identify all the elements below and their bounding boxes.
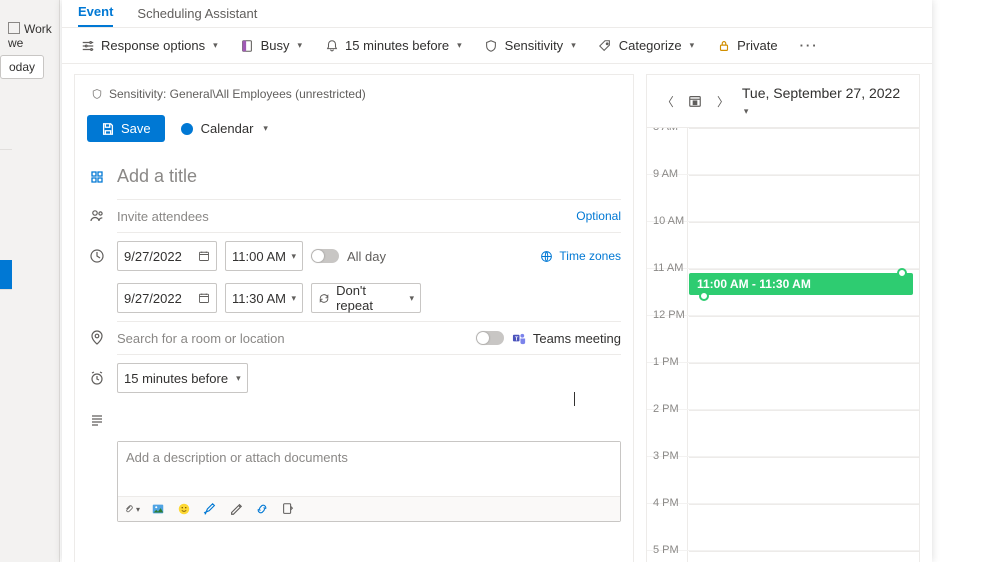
- event-dialog: Event Scheduling Assistant Response opti…: [62, 0, 932, 562]
- insert-icon[interactable]: [280, 501, 296, 517]
- hour-label: 2 PM: [653, 403, 687, 415]
- hour-label: 1 PM: [653, 356, 687, 368]
- save-button[interactable]: Save: [87, 115, 165, 142]
- tab-event[interactable]: Event: [78, 4, 113, 27]
- optional-attendees-button[interactable]: Optional: [576, 209, 621, 223]
- end-time-field[interactable]: 11:30 AM ▾: [225, 283, 303, 313]
- hours-grid[interactable]: 8 AM 9 AM 10 AM 11 AM 12 PM 1 PM 2 PM 3 …: [647, 128, 919, 562]
- event-resize-bottom[interactable]: [699, 291, 709, 301]
- chevron-down-icon: ▾: [263, 123, 268, 134]
- background-calendar: Work we oday: [0, 0, 60, 562]
- hour-label: 11 AM: [653, 262, 687, 274]
- calendar-selector[interactable]: Calendar ▾: [181, 121, 268, 136]
- goto-today-button[interactable]: [687, 92, 705, 110]
- timezones-button[interactable]: Time zones: [540, 249, 621, 263]
- event-resize-top[interactable]: [897, 268, 907, 278]
- chevron-down-icon: ▾: [744, 106, 749, 116]
- format-icon[interactable]: [87, 169, 107, 185]
- chevron-down-icon: ▾: [291, 251, 296, 262]
- image-icon[interactable]: [150, 501, 166, 517]
- alarm-icon: [87, 370, 107, 386]
- calendar-icon: [198, 250, 210, 262]
- sliders-icon: [80, 38, 95, 53]
- chevron-down-icon: ▾: [213, 40, 218, 51]
- description-toolbar: ▾: [118, 496, 620, 521]
- busy-icon: [240, 38, 255, 53]
- dialog-tabs: Event Scheduling Assistant: [62, 0, 932, 28]
- highlight-icon[interactable]: [202, 501, 218, 517]
- attendees-input[interactable]: [117, 209, 568, 224]
- chevron-down-icon: ▾: [298, 40, 303, 51]
- private-button[interactable]: Private: [708, 34, 785, 57]
- svg-text:T: T: [515, 336, 519, 342]
- more-icon: ···: [800, 38, 819, 53]
- tag-icon: [598, 38, 613, 53]
- emoji-icon[interactable]: [176, 501, 192, 517]
- event-toolbar: Response options ▾ Busy ▾ 15 minutes bef…: [62, 28, 932, 64]
- draw-icon[interactable]: [228, 501, 244, 517]
- day-preview: 〈 〉 Tue, September 27, 2022 ▾ 8 AM 9 AM …: [646, 74, 920, 562]
- sensitivity-dropdown[interactable]: Sensitivity ▾: [476, 34, 584, 57]
- teams-meeting-label: T Teams meeting: [512, 331, 621, 346]
- response-options-button[interactable]: Response options ▾: [72, 34, 226, 57]
- teams-icon: T: [512, 331, 527, 346]
- categorize-dropdown[interactable]: Categorize ▾: [590, 34, 702, 57]
- allday-label: All day: [347, 249, 386, 264]
- next-day-button[interactable]: 〉: [714, 92, 732, 110]
- chevron-down-icon: ▾: [291, 293, 296, 304]
- link-icon[interactable]: [254, 501, 270, 517]
- start-time-field[interactable]: 11:00 AM ▾: [225, 241, 303, 271]
- chevron-down-icon: ▾: [571, 40, 576, 51]
- day-date-label[interactable]: Tue, September 27, 2022 ▾: [742, 85, 907, 117]
- sensitivity-banner: Sensitivity: General\All Employees (unre…: [87, 87, 621, 101]
- today-button: oday: [0, 55, 44, 79]
- shield-icon: [91, 88, 103, 100]
- more-button[interactable]: ···: [792, 34, 827, 57]
- repeat-field[interactable]: Don't repeat ▾: [311, 283, 421, 313]
- title-input[interactable]: [117, 162, 621, 191]
- description-box: ▾: [117, 441, 621, 522]
- reminder-dropdown[interactable]: 15 minutes before ▾: [316, 34, 470, 57]
- chevron-down-icon: ▾: [236, 373, 241, 384]
- reminder-field[interactable]: 15 minutes before ▾: [117, 363, 248, 393]
- people-icon: [87, 208, 107, 224]
- hour-label: 8 AM: [653, 128, 687, 133]
- start-date-field[interactable]: 9/27/2022: [117, 241, 217, 271]
- shield-icon: [484, 38, 499, 53]
- hour-label: 5 PM: [653, 544, 687, 556]
- chevron-down-icon: ▾: [690, 40, 695, 51]
- clock-icon: [87, 248, 107, 264]
- workweek-checkbox: Work we: [8, 22, 59, 50]
- hour-label: 3 PM: [653, 450, 687, 462]
- end-date-field[interactable]: 9/27/2022: [117, 283, 217, 313]
- repeat-icon: [318, 292, 330, 305]
- busy-status-button[interactable]: Busy ▾: [232, 34, 310, 57]
- chevron-down-icon: ▾: [409, 293, 414, 304]
- hour-label: 4 PM: [653, 497, 687, 509]
- tab-scheduling-assistant[interactable]: Scheduling Assistant: [137, 6, 257, 27]
- description-textarea[interactable]: [118, 442, 620, 496]
- calendar-color-dot: [181, 123, 193, 135]
- location-input[interactable]: [117, 331, 468, 346]
- hour-label: 9 AM: [653, 168, 687, 180]
- hour-label: 10 AM: [653, 215, 687, 227]
- calendar-icon: [198, 292, 210, 304]
- lock-icon: [716, 38, 731, 53]
- prev-day-button[interactable]: 〈: [659, 92, 677, 110]
- attach-icon[interactable]: ▾: [124, 501, 140, 517]
- event-preview-block[interactable]: 11:00 AM - 11:30 AM: [689, 273, 913, 295]
- teams-toggle[interactable]: [476, 331, 504, 345]
- event-form: Sensitivity: General\All Employees (unre…: [74, 74, 634, 562]
- allday-toggle[interactable]: [311, 249, 339, 263]
- chevron-down-icon: ▾: [457, 40, 462, 51]
- hour-label: 12 PM: [653, 309, 687, 321]
- bell-icon: [324, 38, 339, 53]
- text-caret: [574, 392, 575, 406]
- description-icon: [87, 405, 107, 429]
- location-icon: [87, 330, 107, 346]
